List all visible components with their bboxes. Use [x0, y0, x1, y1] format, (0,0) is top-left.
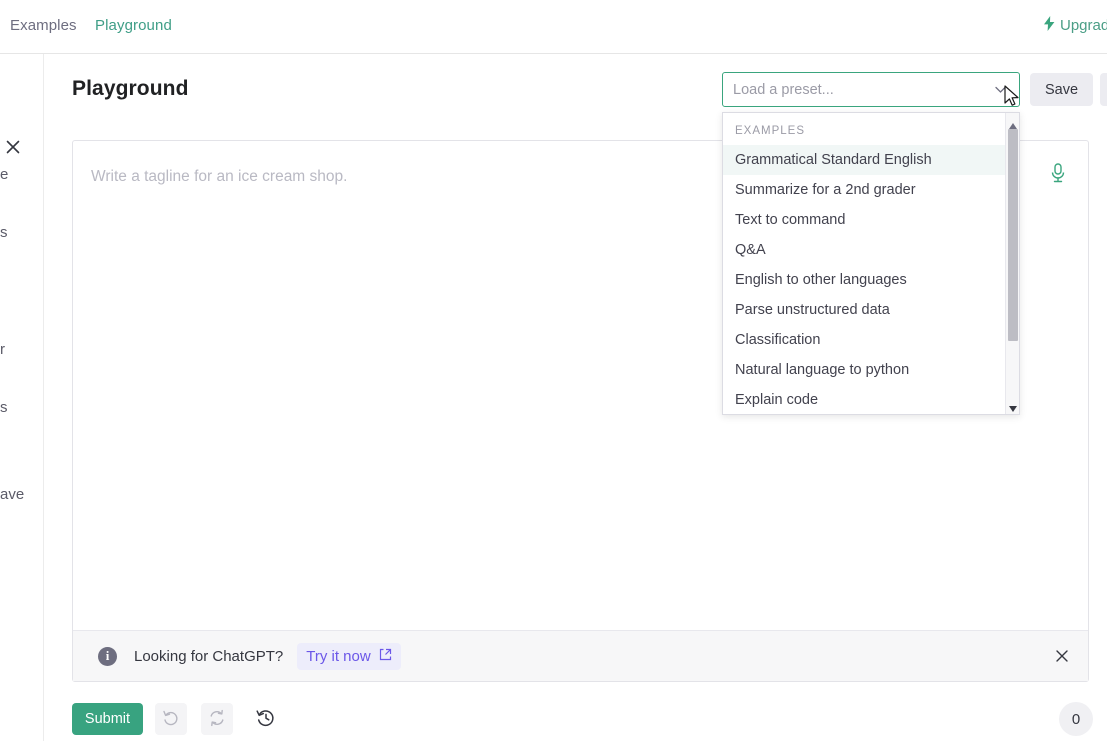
- dropdown-item[interactable]: Text to command: [723, 205, 1019, 235]
- page-title: Playground: [72, 77, 189, 100]
- sidebar-fragment: e: [0, 166, 9, 183]
- sidebar-fragment: ave: [0, 486, 25, 503]
- nav-link-playground[interactable]: Playground: [95, 17, 172, 34]
- submit-button[interactable]: Submit: [72, 703, 143, 735]
- preset-select[interactable]: Load a preset...: [722, 72, 1020, 107]
- save-button[interactable]: Save: [1030, 73, 1093, 106]
- top-navigation-bar: Examples Playground Upgrade: [0, 0, 1107, 54]
- regenerate-icon: [208, 709, 226, 730]
- undo-icon: [162, 709, 180, 730]
- preset-select-wrapper: Load a preset...: [722, 72, 1020, 107]
- upgrade-link[interactable]: Upgrade: [1044, 16, 1107, 34]
- regenerate-button[interactable]: [201, 703, 233, 735]
- upgrade-label: Upgrade: [1060, 16, 1107, 34]
- try-it-now-button[interactable]: Try it now: [297, 642, 401, 670]
- dropdown-item[interactable]: Explain code: [723, 385, 1019, 414]
- dropdown-group-label: EXAMPLES: [735, 125, 805, 137]
- close-icon[interactable]: [4, 138, 22, 156]
- try-it-now-label: Try it now: [306, 647, 371, 665]
- dropdown-scrollbar[interactable]: [1005, 113, 1019, 414]
- token-count-badge: 0: [1059, 702, 1093, 736]
- dropdown-item[interactable]: Grammatical Standard English: [723, 145, 1019, 175]
- banner-close-icon[interactable]: [1054, 648, 1070, 664]
- dropdown-item[interactable]: Summarize for a 2nd grader: [723, 175, 1019, 205]
- sidebar-fragment: s: [0, 224, 8, 241]
- scroll-down-arrow-icon[interactable]: [1008, 401, 1018, 412]
- external-link-icon: [379, 648, 392, 665]
- history-icon: [256, 708, 276, 731]
- undo-button[interactable]: [155, 703, 187, 735]
- nav-link-examples[interactable]: Examples: [10, 17, 77, 34]
- bolt-icon: [1044, 16, 1055, 34]
- left-sidebar-rail: e s r s ave: [0, 54, 44, 741]
- dropdown-item[interactable]: Classification: [723, 325, 1019, 355]
- info-icon: i: [98, 646, 117, 666]
- more-options-button[interactable]: [1100, 73, 1107, 106]
- chevron-down-icon: [994, 83, 1007, 96]
- sidebar-fragment: s: [0, 399, 8, 416]
- chatgpt-banner: i Looking for ChatGPT? Try it now: [73, 630, 1088, 681]
- preset-dropdown-menu: EXAMPLES Grammatical Standard English Su…: [722, 112, 1020, 415]
- preset-placeholder: Load a preset...: [733, 81, 834, 98]
- playground-page: Examples Playground Upgrade e s r s ave …: [0, 0, 1107, 741]
- dropdown-item[interactable]: Natural language to python: [723, 355, 1019, 385]
- banner-text: Looking for ChatGPT?: [134, 647, 284, 665]
- sidebar-fragment: r: [0, 341, 5, 358]
- dropdown-item[interactable]: Parse unstructured data: [723, 295, 1019, 325]
- dropdown-item[interactable]: English to other languages: [723, 265, 1019, 295]
- scroll-up-arrow-icon[interactable]: [1008, 118, 1018, 129]
- microphone-icon[interactable]: [1047, 161, 1069, 185]
- history-button[interactable]: [250, 703, 282, 735]
- dropdown-item[interactable]: Q&A: [723, 235, 1019, 265]
- scrollbar-thumb[interactable]: [1008, 129, 1018, 341]
